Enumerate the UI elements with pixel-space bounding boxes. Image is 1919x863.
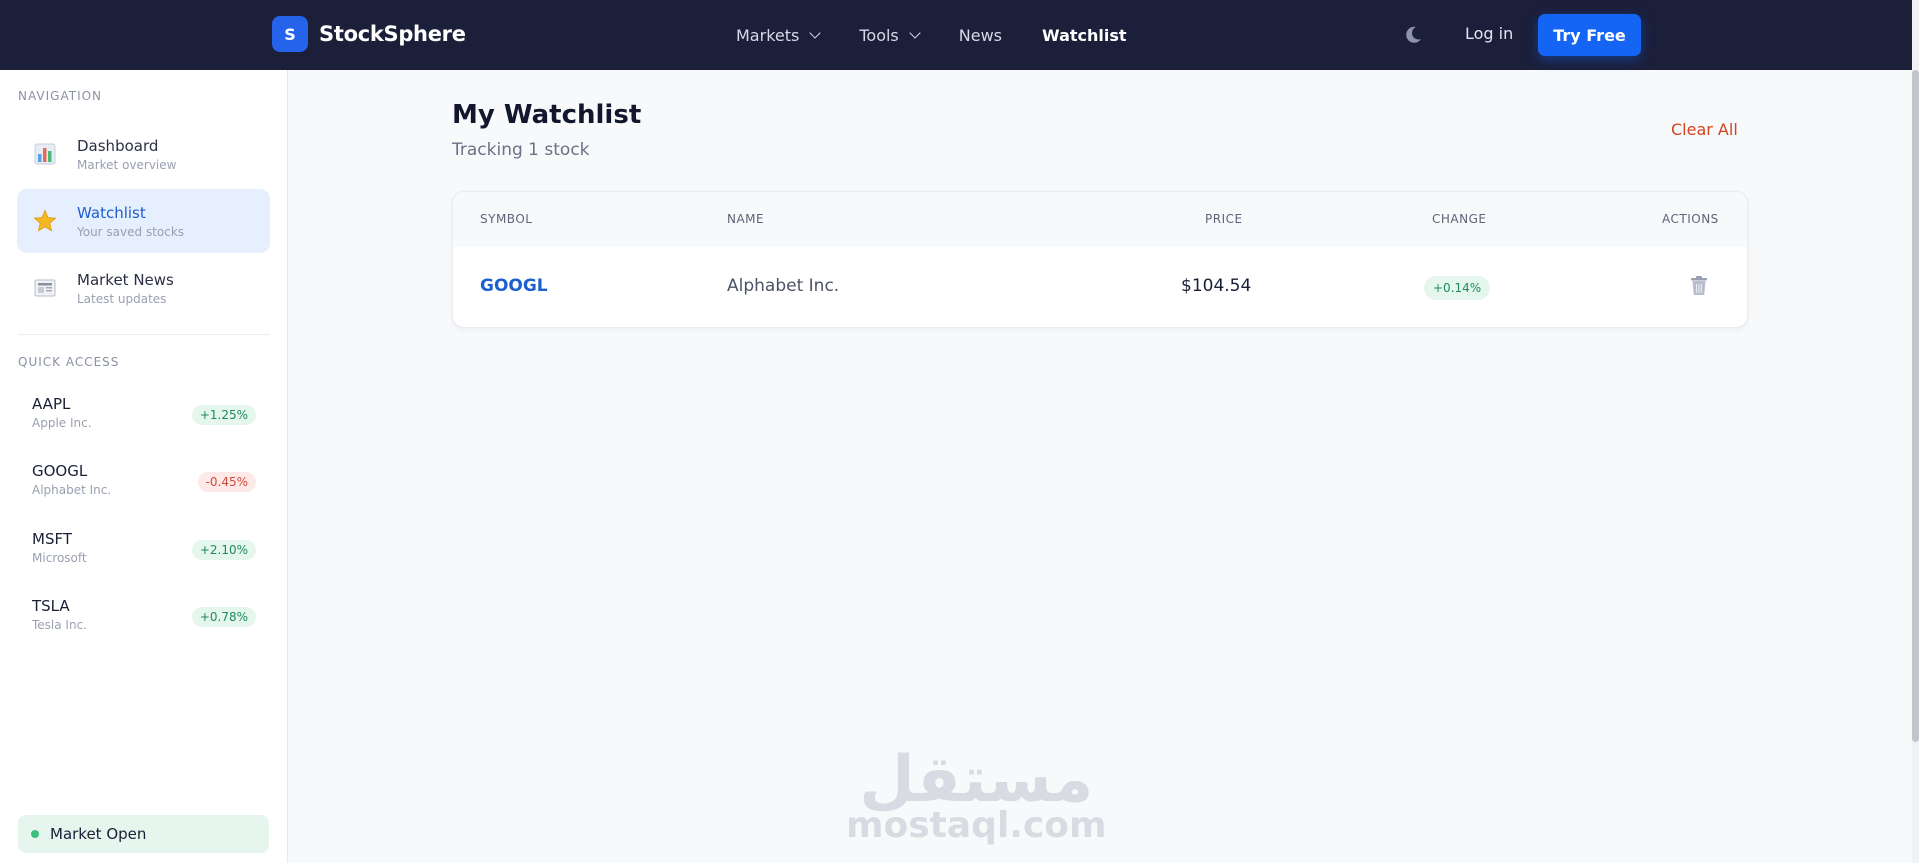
- newspaper-icon: [31, 274, 59, 302]
- sidebar-item-dashboard[interactable]: Dashboard Market overview: [17, 122, 270, 186]
- row-price: $104.54: [1181, 276, 1252, 296]
- change-badge: +1.25%: [191, 405, 256, 425]
- chevron-down-icon: [809, 26, 822, 39]
- quick-access-item-tsla[interactable]: TSLA Tesla Inc. +0.78%: [32, 597, 256, 641]
- quick-access-item-aapl[interactable]: AAPL Apple Inc. +1.25%: [32, 395, 256, 439]
- row-name: Alphabet Inc.: [727, 276, 840, 296]
- nav-tools-label: Tools: [859, 25, 899, 45]
- nav-markets-label: Markets: [736, 25, 800, 45]
- main-nav: Markets Tools News Watchlist: [736, 0, 1167, 70]
- change-badge: +0.78%: [191, 607, 256, 627]
- chevron-down-icon: [909, 26, 921, 39]
- column-header-symbol: SYMBOL: [480, 212, 533, 226]
- quick-access-item-googl[interactable]: GOOGL Alphabet Inc. -0.45%: [32, 462, 256, 506]
- change-badge: +2.10%: [191, 540, 256, 560]
- brand-name: StockSphere: [319, 22, 466, 46]
- sidebar-item-label: Watchlist: [77, 203, 146, 222]
- brand-logo: S: [272, 16, 308, 52]
- column-header-name: NAME: [727, 212, 765, 226]
- nav-news-label: News: [958, 25, 1002, 45]
- column-header-change: CHANGE: [1432, 212, 1487, 226]
- watermark-latin: mostaql.com: [846, 805, 1107, 846]
- status-dot-icon: [31, 830, 39, 838]
- sidebar-item-sub: Your saved stocks: [77, 224, 185, 239]
- login-link[interactable]: Log in: [1465, 24, 1513, 43]
- quick-access-item-msft[interactable]: MSFT Microsoft +2.10%: [32, 530, 256, 574]
- sidebar-item-label: Dashboard: [77, 136, 159, 155]
- nav-watchlist-label: Watchlist: [1042, 25, 1127, 45]
- market-status-label: Market Open: [50, 825, 147, 843]
- watermark: مستقل mostaql.com: [846, 748, 1107, 844]
- bar-chart-icon: [31, 140, 59, 168]
- try-free-button[interactable]: Try Free: [1538, 14, 1641, 56]
- change-badge: -0.45%: [197, 472, 256, 492]
- row-change-badge: +0.14%: [1424, 276, 1491, 300]
- nav-watchlist[interactable]: Watchlist: [1042, 26, 1127, 45]
- sidebar-item-watchlist[interactable]: Watchlist Your saved stocks: [17, 189, 270, 253]
- column-header-actions: ACTIONS: [1662, 212, 1719, 226]
- column-header-price: PRICE: [1205, 212, 1243, 226]
- nav-news[interactable]: News: [959, 26, 1002, 45]
- nav-section-title: NAVIGATION: [18, 89, 103, 103]
- sidebar-divider: [18, 334, 270, 335]
- brand[interactable]: S StockSphere: [272, 16, 466, 52]
- scrollbar-thumb[interactable]: [1912, 70, 1919, 742]
- star-icon: [31, 207, 59, 235]
- moon-icon[interactable]: [1403, 25, 1423, 45]
- sidebar: NAVIGATION Dashboard Market overview Wat…: [0, 70, 288, 863]
- market-status: Market Open: [18, 815, 269, 853]
- quick-access-title: QUICK ACCESS: [18, 355, 120, 369]
- trash-icon[interactable]: [1690, 276, 1708, 296]
- page-title: My Watchlist: [452, 100, 642, 130]
- sidebar-item-sub: Latest updates: [77, 291, 167, 306]
- sidebar-item-sub: Market overview: [77, 157, 177, 172]
- nav-markets[interactable]: Markets: [736, 25, 822, 45]
- clear-all-button[interactable]: Clear All: [1671, 120, 1738, 139]
- nav-tools[interactable]: Tools: [859, 25, 921, 45]
- sidebar-item-label: Market News: [77, 270, 174, 289]
- table-header: SYMBOL NAME PRICE CHANGE ACTIONS: [453, 192, 1747, 247]
- watermark-arabic: مستقل: [859, 743, 1094, 817]
- sidebar-item-market-news[interactable]: Market News Latest updates: [17, 256, 270, 320]
- top-navbar: S StockSphere Markets Tools News Watchli…: [0, 0, 1912, 70]
- row-symbol-link[interactable]: GOOGL: [480, 276, 548, 296]
- page-subtitle: Tracking 1 stock: [452, 140, 590, 160]
- watchlist-table: SYMBOL NAME PRICE CHANGE ACTIONS GOOGL A…: [452, 191, 1748, 328]
